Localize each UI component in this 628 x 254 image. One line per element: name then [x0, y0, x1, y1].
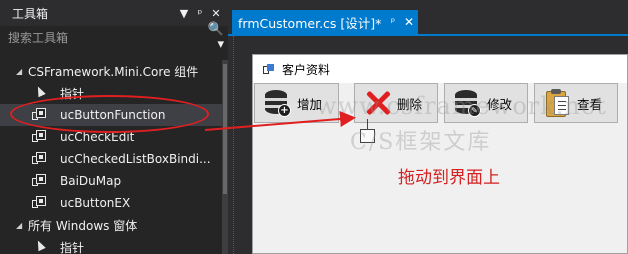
toolbox-group-all-windows-forms[interactable]: ◢ 所有 Windows 窗体 [0, 214, 222, 236]
group-label: 所有 Windows 窗体 [28, 218, 138, 233]
close-icon[interactable]: ✕ [208, 7, 224, 20]
form-title: 客户资料 [282, 62, 331, 77]
watermark-url: www.csframework.net [316, 92, 607, 120]
collapse-caret-icon[interactable]: ◢ [16, 221, 28, 230]
toolbox-item-label: BaiDuMap [60, 174, 122, 188]
annotation-ellipse [10, 95, 209, 133]
search-icon[interactable]: 🔍 ▾ [202, 22, 228, 52]
toolbox-header: 工具箱 ▼ ᵖ ✕ [0, 0, 228, 26]
search-placeholder: 搜索工具箱 [8, 30, 69, 45]
form-icon [263, 63, 274, 75]
pin-icon[interactable]: ᵖ [386, 17, 400, 28]
toolbox-item-label: ucButtonEX [60, 196, 131, 210]
form-title-bar[interactable]: 客户资料 [253, 55, 627, 83]
toolbox-item-pointer-2[interactable]: 指针 [0, 236, 222, 254]
toolbox-item-label: 指针 [60, 240, 85, 254]
annotation-hint-text: 拖动到界面上 [398, 168, 500, 188]
toolbox-item-ucchecklistbox[interactable]: ucCheckedListBoxBindi... [0, 148, 222, 170]
toolbox-item-ucbuttonex[interactable]: ucButtonEX [0, 192, 222, 214]
group-label: CSFramework.Mini.Core 组件 [28, 64, 199, 79]
watermark-brand: C/S框架文库 [350, 130, 492, 155]
toolbox-search-input[interactable]: 搜索工具箱 🔍 ▾ [8, 22, 228, 52]
database-add-icon: + [263, 88, 291, 118]
pin-icon[interactable]: ᵖ [192, 7, 208, 20]
component-icon [30, 151, 60, 167]
close-icon[interactable]: ✕ [400, 15, 418, 29]
scrollbar-thumb[interactable] [223, 64, 227, 194]
toolbox-item-label: ucCheckedListBoxBindi... [60, 152, 211, 166]
toolbox-group-csframework[interactable]: ◢ CSFramework.Mini.Core 组件 [0, 60, 222, 82]
component-icon [30, 173, 60, 189]
toolbox-item-baidumap[interactable]: BaiDuMap [0, 170, 222, 192]
tab-title: frmCustomer.cs [设计]* [238, 15, 382, 31]
tab-frmcustomer-designer[interactable]: frmCustomer.cs [设计]* ᵖ ✕ [232, 10, 418, 34]
dropdown-icon[interactable]: ▼ [176, 7, 192, 20]
component-icon [30, 195, 60, 211]
collapse-caret-icon[interactable]: ◢ [16, 67, 28, 76]
pointer-icon [30, 238, 60, 254]
toolbox-title: 工具箱 [12, 6, 49, 21]
component-icon [30, 129, 60, 145]
